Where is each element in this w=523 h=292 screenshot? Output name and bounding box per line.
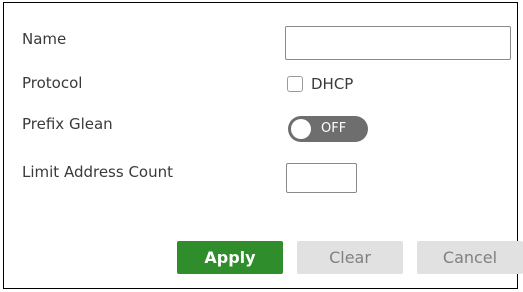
prefix-glean-toggle[interactable]: OFF	[288, 116, 368, 142]
dhcp-option[interactable]: DHCP	[287, 75, 353, 93]
limit-address-count-label: Limit Address Count	[22, 163, 174, 181]
toggle-state-text: OFF	[321, 121, 347, 136]
limit-address-count-input[interactable]	[286, 163, 357, 193]
clear-button[interactable]: Clear	[297, 241, 403, 274]
apply-button[interactable]: Apply	[177, 241, 283, 274]
name-input[interactable]	[285, 26, 511, 60]
prefix-glean-label: Prefix Glean	[22, 115, 113, 133]
protocol-label: Protocol	[22, 74, 83, 92]
name-label: Name	[22, 30, 67, 48]
toggle-knob	[291, 119, 311, 139]
dhcp-label: DHCP	[311, 75, 354, 93]
dhcp-checkbox[interactable]	[287, 76, 303, 92]
cancel-button[interactable]: Cancel	[417, 241, 523, 274]
